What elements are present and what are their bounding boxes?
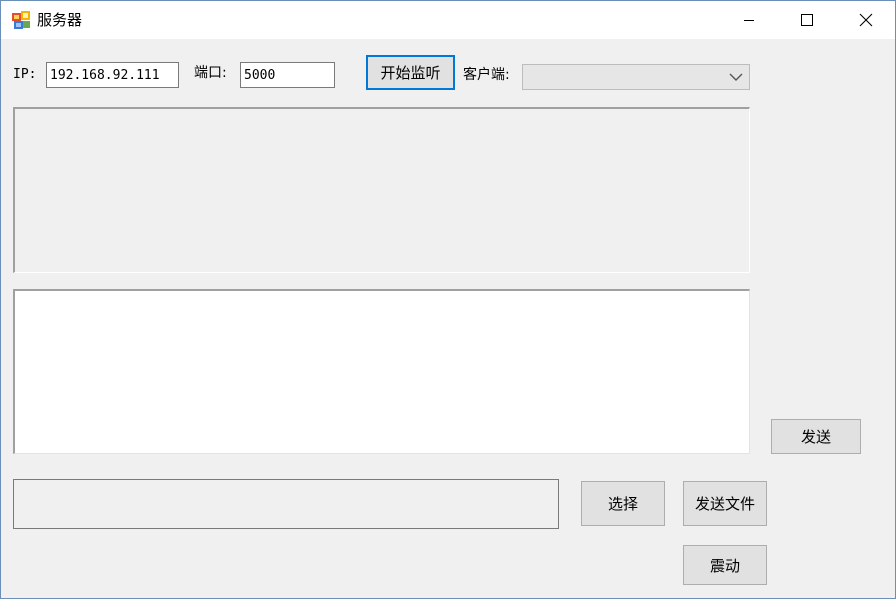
title-bar[interactable]: 服务器 <box>1 1 895 39</box>
ip-input[interactable] <box>46 62 179 88</box>
close-button[interactable] <box>837 1 895 39</box>
send-button[interactable]: 发送 <box>771 419 861 454</box>
client-label: 客户端: <box>463 67 510 83</box>
file-path-box[interactable] <box>13 479 559 529</box>
ip-label: IP: <box>13 67 37 82</box>
port-input[interactable] <box>240 62 335 88</box>
minimize-button[interactable] <box>720 1 778 39</box>
server-window: 服务器 IP: 端口: 开始监听 客户端: <box>0 0 896 599</box>
send-file-button[interactable]: 发送文件 <box>683 481 767 526</box>
chevron-down-icon <box>729 73 743 81</box>
minimize-icon <box>744 20 754 21</box>
start-listen-button[interactable]: 开始监听 <box>366 55 455 90</box>
select-file-button[interactable]: 选择 <box>581 481 665 526</box>
maximize-button[interactable] <box>778 1 836 39</box>
client-select[interactable] <box>522 64 750 90</box>
window-title: 服务器 <box>37 11 83 29</box>
maximize-icon <box>801 14 813 26</box>
port-label: 端口: <box>194 65 227 81</box>
message-input[interactable] <box>13 289 750 454</box>
message-log[interactable] <box>13 107 750 273</box>
shake-button[interactable]: 震动 <box>683 545 767 585</box>
app-window-icon <box>12 11 30 29</box>
close-icon <box>859 13 873 27</box>
